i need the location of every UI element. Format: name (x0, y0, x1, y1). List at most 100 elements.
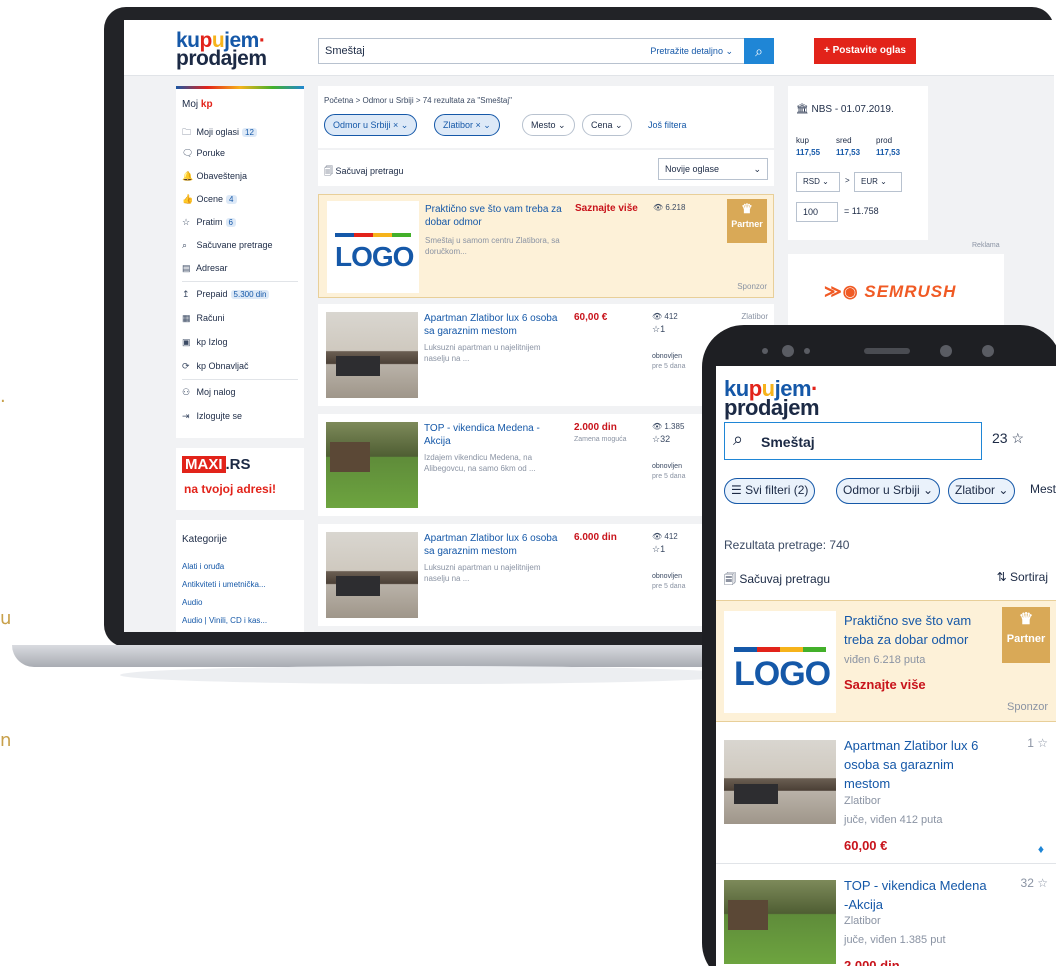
listing-meta: juče, viđen 1.385 put (844, 934, 946, 946)
sidebar-item-kp-izlog[interactable]: ▣ kp Izlog (182, 337, 228, 348)
listing-location: Zlatibor (741, 312, 768, 321)
promo-cta-link[interactable]: Saznajte više (844, 677, 926, 692)
promo-title[interactable]: Praktično sve što vam treba za dobar odm… (844, 611, 994, 649)
rate-value: 117,53 (876, 148, 901, 157)
sidebar-item-prepaid[interactable]: ↥ Prepaid 5.300 din (182, 289, 270, 300)
save-sort-row: 🗐 Sačuvaj pretragu Novije oglase ⌄ (318, 150, 774, 186)
mobile-save-search-button[interactable]: 🗐 Sačuvaj pretragu (724, 570, 830, 591)
partner-badge: ♛ Partner (1002, 607, 1050, 663)
listing-title[interactable]: TOP - vikendica Medena - Akcija (424, 422, 568, 448)
bank-icon: 🏛 (796, 104, 812, 115)
promo-description: Smeštaj u samom centru Zlatibora, sa dor… (425, 236, 560, 256)
sidebar-item-address-book[interactable]: ▤ Adresar (182, 263, 228, 274)
gold-mark: u (0, 608, 12, 629)
listing-description: Luksuzni apartman u najelitnijem naselju… (424, 343, 541, 363)
all-filters-chip[interactable]: ☰ Svi filteri (2) (724, 478, 816, 504)
listing-photo[interactable] (724, 740, 836, 824)
maxi-logo: MAXI (182, 456, 226, 473)
filter-chip-zlatibor[interactable]: Zlatibor ⌄ (948, 478, 1016, 504)
listing-title[interactable]: Apartman Zlatibor lux 6 osoba sa garazni… (424, 532, 568, 558)
listing-title[interactable]: Apartman Zlatibor lux 6 osoba sa garazni… (844, 736, 994, 793)
site-logo[interactable]: kupujem· prodajem (176, 30, 267, 69)
conversion-result: = 11.758 (844, 206, 879, 216)
mobile-search-input[interactable]: ⌕ Smeštaj (724, 422, 982, 460)
amount-input[interactable]: 100 (796, 202, 838, 222)
currency-from-select[interactable]: RSD ⌄ (796, 172, 840, 192)
user-icon: ⚇ (182, 387, 191, 397)
rate-value: 117,53 (836, 148, 861, 157)
sponsor-label: Sponzor (1007, 701, 1048, 713)
bookmark-icon: 🗐 (324, 166, 336, 176)
listing-title[interactable]: TOP - vikendica Medena -Akcija (844, 876, 994, 914)
search-value: Smeštaj (325, 45, 365, 57)
search-button[interactable]: ⌕ (744, 38, 774, 64)
listing-favorites[interactable]: ☆1 (652, 544, 665, 555)
sidebar-item-following[interactable]: ☆ Pratim 6 (182, 217, 236, 228)
search-input[interactable]: Smeštaj Pretražite detaljno ⌄ ⌕ (318, 38, 774, 64)
gold-mark: . (0, 386, 6, 407)
listing-favorites[interactable]: ☆1 (652, 324, 665, 335)
refresh-icon: ⟳ (182, 361, 190, 371)
sidebar-divider (182, 379, 298, 380)
mobile-promo-card[interactable]: LOGO Praktično sve što vam treba za doba… (716, 600, 1056, 722)
categories-panel: Kategorije Alati i oruđa Antikviteti i u… (176, 520, 304, 632)
more-filters-link[interactable]: Još filtera (648, 120, 687, 130)
currency-arrow: > (845, 176, 850, 185)
category-link[interactable]: Audio | Vinili, CD i kas... (182, 616, 267, 625)
category-link[interactable]: Alati i oruđa (182, 562, 224, 571)
sort-select[interactable]: Novije oglase ⌄ (658, 158, 768, 180)
invoice-icon: ▦ (182, 313, 191, 323)
sidebar-item-notifications[interactable]: 🔔 Obaveštenja (182, 171, 247, 182)
sidebar-item-saved-searches[interactable]: ⌕ Sačuvane pretrage (182, 240, 273, 251)
maxi-ad-banner[interactable]: MAXI .RS na tvojoj adresi! (176, 448, 304, 510)
listing-title[interactable]: Apartman Zlatibor lux 6 osoba sa garazni… (424, 312, 568, 338)
post-ad-button[interactable]: + Postavite oglas (814, 38, 916, 64)
filter-chip-zlatibor[interactable]: Zlatibor × ⌄ (434, 114, 500, 136)
listing-exchange-note: Zamena moguća (574, 436, 627, 443)
saved-search-icon: ⌕ (182, 240, 188, 250)
favorites-counter[interactable]: 23 ☆ (992, 430, 1024, 447)
save-search-button[interactable]: 🗐 Sačuvaj pretragu (324, 164, 404, 180)
filter-chip-cena[interactable]: Cena ⌄ (582, 114, 632, 136)
user-sidebar: Moj kp 🗀 Moji oglasi 12 🗨 Poruke 🔔 Obaveš… (176, 86, 304, 438)
bookmark-icon: 🗐 (724, 572, 740, 586)
listing-photo[interactable] (326, 532, 418, 618)
sidebar-item-ratings[interactable]: 👍 Ocene 4 (182, 194, 237, 205)
sidebar-item-account[interactable]: ⚇ Moj nalog (182, 387, 236, 398)
mobile-listing-card[interactable]: Apartman Zlatibor lux 6 osoba sa garazni… (716, 726, 1056, 864)
filter-chip-odmor[interactable]: Odmor u Srbiji ⌄ (836, 478, 941, 504)
listing-photo[interactable] (326, 312, 418, 398)
semrush-ad[interactable]: ≫◉ SEMRUSH (788, 254, 1004, 334)
detailed-search-link[interactable]: Pretražite detaljno ⌄ (650, 46, 733, 57)
sidebar-item-kp-obnavljac[interactable]: ⟳ kp Obnavljač (182, 361, 249, 372)
mobile-listing-card[interactable]: TOP - vikendica Medena -Akcija Zlatibor … (716, 866, 1056, 966)
promo-ad-card[interactable]: LOGO Praktično sve što vam treba za doba… (318, 194, 774, 298)
listing-views: 👁 412 (652, 312, 678, 321)
sidebar-item-logout[interactable]: ⇥ Izlogujte se (182, 411, 242, 422)
filter-chip-mesto[interactable]: Mesto (1024, 478, 1056, 504)
exchange-rate-widget: 🏛 NBS - 01.07.2019. kup sred prod 117,55… (788, 86, 928, 240)
listing-price: 60,00 € (574, 312, 608, 323)
sidebar-item-messages[interactable]: 🗨 Poruke (182, 148, 225, 159)
mobile-site-logo[interactable]: kupujem· prodajem (724, 378, 820, 419)
currency-to-select[interactable]: EUR ⌄ (854, 172, 902, 192)
phone-sensor (804, 348, 810, 354)
category-link[interactable]: Antikviteti i umetnička... (182, 580, 266, 589)
filter-chip-odmor[interactable]: Odmor u Srbiji × ⌄ (324, 114, 418, 136)
phone-sensor (762, 348, 768, 354)
listing-favorite-button[interactable]: 32 ☆ (1021, 876, 1048, 890)
listing-photo[interactable] (326, 422, 418, 508)
category-link[interactable]: Audio (182, 598, 202, 607)
sidebar-item-invoices[interactable]: ▦ Računi (182, 313, 225, 324)
filter-chip-mesto[interactable]: Mesto ⌄ (522, 114, 575, 136)
result-count: Rezultata pretrage: 740 (724, 538, 850, 552)
mobile-sort-button[interactable]: ⇅ Sortiraj (997, 570, 1048, 584)
listing-favorites[interactable]: ☆32 (652, 434, 670, 445)
categories-title: Kategorije (182, 534, 228, 545)
listing-photo[interactable] (724, 880, 836, 964)
promo-cta-link[interactable]: Saznajte više (575, 203, 638, 214)
sidebar-item-my-ads[interactable]: 🗀 Moji oglasi 12 (182, 125, 257, 141)
sidebar-title: Moj kp (182, 99, 213, 110)
listing-favorite-button[interactable]: 1 ☆ (1027, 736, 1048, 750)
promo-title[interactable]: Praktično sve što vam treba za dobar odm… (425, 203, 569, 229)
